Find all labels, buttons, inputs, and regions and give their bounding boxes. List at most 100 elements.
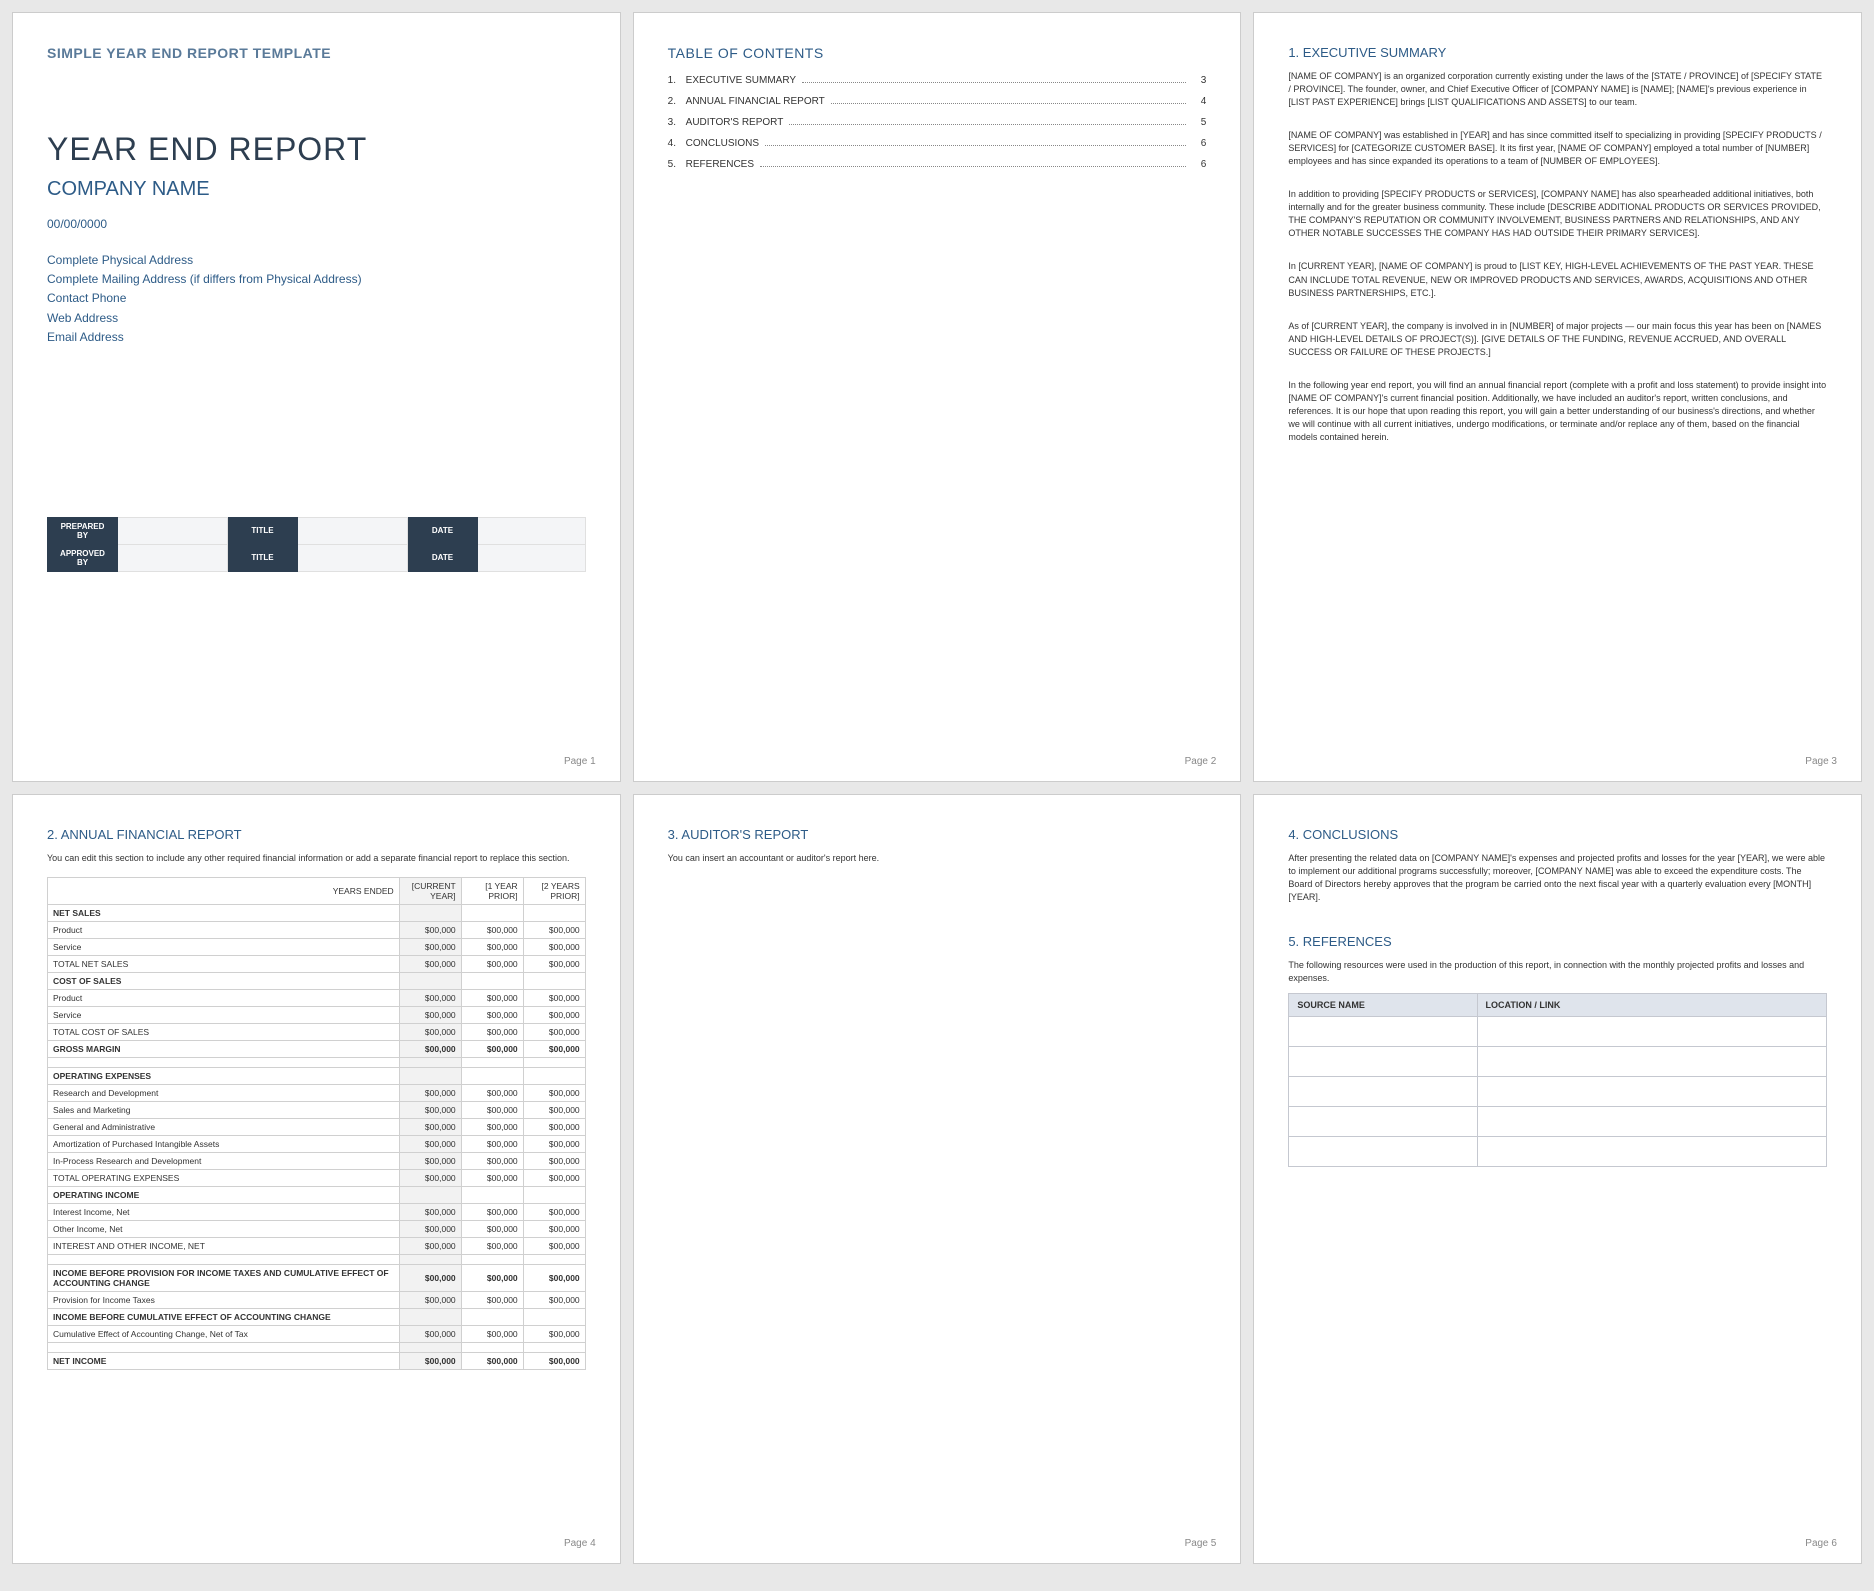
income-before-cumulative-row: INCOME BEFORE CUMULATIVE EFFECT OF ACCOU… (48, 1308, 586, 1325)
address-block: Complete Physical Address Complete Maili… (47, 251, 586, 347)
net-sales-row: NET SALES (48, 904, 586, 921)
provision-taxes-row: Provision for Income Taxes$00,000$00,000… (48, 1291, 586, 1308)
references-table: SOURCE NAME LOCATION / LINK (1288, 993, 1827, 1167)
net-income-row: NET INCOME$00,000$00,000$00,000 (48, 1352, 586, 1369)
cumulative-effect-row: Cumulative Effect of Accounting Change, … (48, 1325, 586, 1342)
toc-item: 2.ANNUAL FINANCIAL REPORT4 (668, 96, 1207, 107)
title-value-2 (298, 544, 408, 571)
current-year-header: [CURRENT YEAR] (399, 877, 461, 904)
gross-margin-row: GROSS MARGIN$00,000$00,000$00,000 (48, 1040, 586, 1057)
total-cos-row: TOTAL COST OF SALES$00,000$00,000$00,000 (48, 1023, 586, 1040)
references-heading: 5. REFERENCES (1288, 934, 1827, 949)
meta-table: PREPARED BY TITLE DATE APPROVED BY TITLE… (47, 517, 586, 572)
date-value-1 (478, 517, 586, 544)
title-label-1: TITLE (228, 517, 298, 544)
interest-other-row: INTEREST AND OTHER INCOME, NET$00,000$00… (48, 1237, 586, 1254)
toc-heading: TABLE OF CONTENTS (668, 45, 1207, 61)
prepared-by-label: PREPARED BY (48, 517, 118, 544)
interest-income-row: Interest Income, Net$00,000$00,000$00,00… (48, 1203, 586, 1220)
toc-item: 4.CONCLUSIONS6 (668, 138, 1207, 149)
page-number: Page 2 (1185, 756, 1217, 767)
ref-source-header: SOURCE NAME (1289, 994, 1477, 1017)
date-label-2: DATE (408, 544, 478, 571)
company-name: COMPANY NAME (47, 178, 586, 201)
ref-row (1289, 1017, 1827, 1047)
page-6: 4. CONCLUSIONS After presenting the rela… (1253, 794, 1862, 1564)
ref-row (1289, 1047, 1827, 1077)
exec-para-1: [NAME OF COMPANY] is an organized corpor… (1288, 70, 1827, 109)
page-2: TABLE OF CONTENTS 1.EXECUTIVE SUMMARY3 2… (633, 12, 1242, 782)
spacer-row (48, 1342, 586, 1352)
amortization-row: Amortization of Purchased Intangible Ass… (48, 1135, 586, 1152)
ref-location-header: LOCATION / LINK (1477, 994, 1827, 1017)
page-4: 2. ANNUAL FINANCIAL REPORT You can edit … (12, 794, 621, 1564)
total-net-sales-row: TOTAL NET SALES$00,000$00,000$00,000 (48, 955, 586, 972)
toc-item: 1.EXECUTIVE SUMMARY3 (668, 75, 1207, 86)
page-number: Page 1 (564, 756, 596, 767)
title-label-2: TITLE (228, 544, 298, 571)
email-address: Email Address (47, 328, 586, 347)
page-number: Page 4 (564, 1538, 596, 1549)
ref-row (1289, 1107, 1827, 1137)
cost-of-sales-row: COST OF SALES (48, 972, 586, 989)
income-before-provision-row: INCOME BEFORE PROVISION FOR INCOME TAXES… (48, 1264, 586, 1291)
title-value-1 (298, 517, 408, 544)
references-text: The following resources were used in the… (1288, 959, 1827, 985)
other-income-row: Other Income, Net$00,000$00,000$00,000 (48, 1220, 586, 1237)
spacer-row (48, 1057, 586, 1067)
general-admin-row: General and Administrative$00,000$00,000… (48, 1118, 586, 1135)
web-address: Web Address (47, 309, 586, 328)
cos-product-row: Product$00,000$00,000$00,000 (48, 989, 586, 1006)
exec-para-2: [NAME OF COMPANY] was established in [YE… (1288, 129, 1827, 168)
exec-para-5: As of [CURRENT YEAR], the company is inv… (1288, 320, 1827, 359)
approved-by-row: APPROVED BY TITLE DATE (48, 544, 586, 571)
rnd-row: Research and Development$00,000$00,000$0… (48, 1084, 586, 1101)
conclusions-text: After presenting the related data on [CO… (1288, 852, 1827, 904)
date-label-1: DATE (408, 517, 478, 544)
exec-para-3: In addition to providing [SPECIFY PRODUC… (1288, 188, 1827, 240)
cos-service-row: Service$00,000$00,000$00,000 (48, 1006, 586, 1023)
page-number: Page 5 (1185, 1538, 1217, 1549)
opex-row: OPERATING EXPENSES (48, 1067, 586, 1084)
financial-report-heading: 2. ANNUAL FINANCIAL REPORT (47, 827, 586, 842)
sales-marketing-row: Sales and Marketing$00,000$00,000$00,000 (48, 1101, 586, 1118)
years-ended-label: YEARS ENDED (48, 877, 400, 904)
mailing-address: Complete Mailing Address (if differs fro… (47, 270, 586, 289)
page-number: Page 6 (1805, 1538, 1837, 1549)
inprocess-rnd-row: In-Process Research and Development$00,0… (48, 1152, 586, 1169)
contact-phone: Contact Phone (47, 289, 586, 308)
toc-item: 5.REFERENCES6 (668, 159, 1207, 170)
approved-by-value (118, 544, 228, 571)
prior2-header: [2 YEARS PRIOR] (523, 877, 585, 904)
page-5: 3. AUDITOR'S REPORT You can insert an ac… (633, 794, 1242, 1564)
auditors-note: You can insert an accountant or auditor'… (668, 852, 1207, 865)
report-title: YEAR END REPORT (47, 131, 586, 168)
product-row: Product$00,000$00,000$00,000 (48, 921, 586, 938)
page-number: Page 3 (1805, 756, 1837, 767)
auditors-report-heading: 3. AUDITOR'S REPORT (668, 827, 1207, 842)
toc-list: 1.EXECUTIVE SUMMARY3 2.ANNUAL FINANCIAL … (668, 75, 1207, 170)
operating-income-row: OPERATING INCOME (48, 1186, 586, 1203)
prior1-header: [1 YEAR PRIOR] (461, 877, 523, 904)
service-row: Service$00,000$00,000$00,000 (48, 938, 586, 955)
exec-para-4: In [CURRENT YEAR], [NAME OF COMPANY] is … (1288, 260, 1827, 299)
template-header: SIMPLE YEAR END REPORT TEMPLATE (47, 45, 586, 61)
total-opex-row: TOTAL OPERATING EXPENSES$00,000$00,000$0… (48, 1169, 586, 1186)
ref-row (1289, 1137, 1827, 1167)
page-grid: SIMPLE YEAR END REPORT TEMPLATE YEAR END… (12, 12, 1862, 1564)
approved-by-label: APPROVED BY (48, 544, 118, 571)
spacer-row (48, 1254, 586, 1264)
page-1: SIMPLE YEAR END REPORT TEMPLATE YEAR END… (12, 12, 621, 782)
exec-para-6: In the following year end report, you wi… (1288, 379, 1827, 444)
ref-header-row: SOURCE NAME LOCATION / LINK (1289, 994, 1827, 1017)
report-date: 00/00/0000 (47, 217, 586, 231)
toc-item: 3.AUDITOR'S REPORT5 (668, 117, 1207, 128)
executive-summary-heading: 1. EXECUTIVE SUMMARY (1288, 45, 1827, 60)
financial-note: You can edit this section to include any… (47, 852, 586, 865)
conclusions-heading: 4. CONCLUSIONS (1288, 827, 1827, 842)
physical-address: Complete Physical Address (47, 251, 586, 270)
financial-table: YEARS ENDED [CURRENT YEAR] [1 YEAR PRIOR… (47, 877, 586, 1370)
page-3: 1. EXECUTIVE SUMMARY [NAME OF COMPANY] i… (1253, 12, 1862, 782)
ref-row (1289, 1077, 1827, 1107)
fin-header-row: YEARS ENDED [CURRENT YEAR] [1 YEAR PRIOR… (48, 877, 586, 904)
